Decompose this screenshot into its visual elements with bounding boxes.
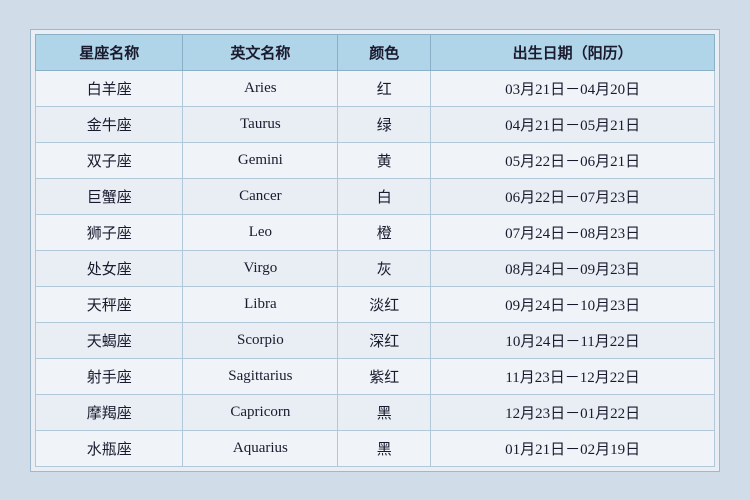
table-header-row: 星座名称 英文名称 颜色 出生日期（阳历） (36, 34, 715, 70)
header-english-name: 英文名称 (183, 34, 338, 70)
cell-english-0: Aries (183, 70, 338, 106)
cell-chinese-0: 白羊座 (36, 70, 183, 106)
cell-chinese-8: 射手座 (36, 358, 183, 394)
table-row: 狮子座Leo橙07月24日－08月23日 (36, 214, 715, 250)
cell-english-5: Virgo (183, 250, 338, 286)
cell-chinese-9: 摩羯座 (36, 394, 183, 430)
cell-date-4: 07月24日－08月23日 (431, 214, 715, 250)
cell-color-2: 黄 (338, 142, 431, 178)
table-row: 射手座Sagittarius紫红11月23日－12月22日 (36, 358, 715, 394)
cell-color-9: 黑 (338, 394, 431, 430)
cell-color-8: 紫红 (338, 358, 431, 394)
cell-color-1: 绿 (338, 106, 431, 142)
table-row: 处女座Virgo灰08月24日－09月23日 (36, 250, 715, 286)
cell-english-9: Capricorn (183, 394, 338, 430)
cell-english-3: Cancer (183, 178, 338, 214)
table-row: 双子座Gemini黄05月22日－06月21日 (36, 142, 715, 178)
cell-chinese-6: 天秤座 (36, 286, 183, 322)
cell-english-6: Libra (183, 286, 338, 322)
cell-color-5: 灰 (338, 250, 431, 286)
cell-color-6: 淡红 (338, 286, 431, 322)
cell-english-8: Sagittarius (183, 358, 338, 394)
zodiac-table-container: 星座名称 英文名称 颜色 出生日期（阳历） 白羊座Aries红03月21日－04… (30, 29, 720, 472)
cell-english-2: Gemini (183, 142, 338, 178)
cell-date-5: 08月24日－09月23日 (431, 250, 715, 286)
table-row: 白羊座Aries红03月21日－04月20日 (36, 70, 715, 106)
cell-date-6: 09月24日－10月23日 (431, 286, 715, 322)
cell-color-3: 白 (338, 178, 431, 214)
cell-chinese-10: 水瓶座 (36, 430, 183, 466)
table-row: 金牛座Taurus绿04月21日－05月21日 (36, 106, 715, 142)
table-row: 天蝎座Scorpio深红10月24日－11月22日 (36, 322, 715, 358)
cell-chinese-5: 处女座 (36, 250, 183, 286)
cell-color-10: 黑 (338, 430, 431, 466)
cell-color-0: 红 (338, 70, 431, 106)
cell-chinese-4: 狮子座 (36, 214, 183, 250)
table-row: 摩羯座Capricorn黑12月23日－01月22日 (36, 394, 715, 430)
cell-date-3: 06月22日－07月23日 (431, 178, 715, 214)
zodiac-table: 星座名称 英文名称 颜色 出生日期（阳历） 白羊座Aries红03月21日－04… (35, 34, 715, 467)
cell-date-0: 03月21日－04月20日 (431, 70, 715, 106)
cell-chinese-2: 双子座 (36, 142, 183, 178)
cell-chinese-7: 天蝎座 (36, 322, 183, 358)
cell-english-10: Aquarius (183, 430, 338, 466)
cell-date-8: 11月23日－12月22日 (431, 358, 715, 394)
cell-date-9: 12月23日－01月22日 (431, 394, 715, 430)
cell-date-2: 05月22日－06月21日 (431, 142, 715, 178)
cell-chinese-3: 巨蟹座 (36, 178, 183, 214)
cell-date-7: 10月24日－11月22日 (431, 322, 715, 358)
cell-date-1: 04月21日－05月21日 (431, 106, 715, 142)
cell-color-4: 橙 (338, 214, 431, 250)
cell-color-7: 深红 (338, 322, 431, 358)
table-body: 白羊座Aries红03月21日－04月20日金牛座Taurus绿04月21日－0… (36, 70, 715, 466)
table-row: 巨蟹座Cancer白06月22日－07月23日 (36, 178, 715, 214)
cell-english-4: Leo (183, 214, 338, 250)
cell-english-7: Scorpio (183, 322, 338, 358)
header-chinese-name: 星座名称 (36, 34, 183, 70)
header-color: 颜色 (338, 34, 431, 70)
table-row: 天秤座Libra淡红09月24日－10月23日 (36, 286, 715, 322)
cell-date-10: 01月21日－02月19日 (431, 430, 715, 466)
cell-english-1: Taurus (183, 106, 338, 142)
header-date: 出生日期（阳历） (431, 34, 715, 70)
cell-chinese-1: 金牛座 (36, 106, 183, 142)
table-row: 水瓶座Aquarius黑01月21日－02月19日 (36, 430, 715, 466)
